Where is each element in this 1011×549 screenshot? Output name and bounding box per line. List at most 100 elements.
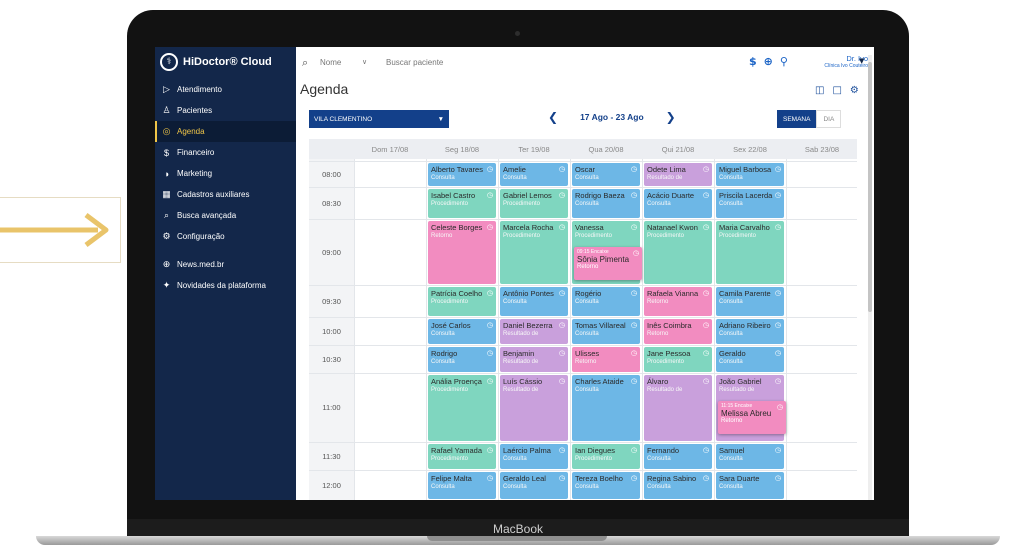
appointment-card[interactable]: Rogério Consulta ◷ (572, 287, 640, 316)
sidebar-item-gear[interactable]: ⚙ Configuração (155, 226, 296, 247)
sidebar-item-label: News.med.br (177, 260, 225, 269)
user-caret-icon[interactable]: ▼ (859, 57, 864, 65)
appointment-type: Consulta (575, 387, 599, 393)
location-select[interactable]: VILA CLEMENTINO ▼ (309, 110, 449, 128)
appointment-card[interactable]: Rafael Yamada Procedimento ◷ (428, 444, 496, 469)
appointment-card[interactable]: Samuel Consulta ◷ (716, 444, 784, 469)
appointment-card[interactable]: Odete Lima Resultado de ◷ (644, 163, 712, 186)
row-divider (309, 285, 857, 286)
week-view-button[interactable]: SEMANA (777, 110, 817, 128)
clock-icon: ◷ (702, 289, 709, 297)
layout-icon[interactable]: ◫ (815, 85, 824, 96)
sidebar-item-globe[interactable]: ⊕ News.med.br (155, 254, 296, 275)
row-divider (309, 161, 857, 162)
sidebar-item-grid[interactable]: ▦ Cadastros auxiliares (155, 184, 296, 205)
sidebar-nav: ▷ Atendimento ♙ Pacientes ◎ Agenda $ Financeiro… (155, 79, 296, 296)
appointment-card[interactable]: Rodrigo Baeza Consulta ◷ (572, 189, 640, 218)
sidebar-item-user[interactable]: ♙ Pacientes (155, 100, 296, 121)
appointment-card[interactable]: Tomas Villareal Consulta ◷ (572, 319, 640, 344)
next-week-button[interactable]: ❯ (666, 110, 676, 124)
calendar-icon: ◎ (162, 126, 171, 136)
appointment-card[interactable]: Priscila Lacerda Consulta ◷ (716, 189, 784, 218)
page-actions: ◫ □ ⚙ (815, 85, 859, 96)
appointment-card[interactable]: Charles Ataide Consulta ◷ (572, 375, 640, 441)
appointment-card[interactable]: Amelie Consulta ◷ (500, 163, 568, 186)
appointment-card[interactable]: Fernando Consulta ◷ (644, 444, 712, 469)
appointment-type: Resultado de (503, 359, 539, 365)
add-appointment-icon[interactable]: ⊕ (764, 55, 773, 68)
appointment-card[interactable]: Daniel Bezerra Resultado de ◷ (500, 319, 568, 344)
appointment-type: Consulta (431, 331, 455, 337)
sidebar-item-search[interactable]: ⌕ Busca avançada (155, 205, 296, 226)
appointment-card[interactable]: Ulisses Retorno ◷ (572, 347, 640, 372)
payment-icon[interactable]: $ (749, 55, 757, 68)
arrow-right-icon (0, 213, 109, 247)
appointment-card[interactable]: Felipe Malta Consulta ◷ (428, 472, 496, 499)
appointment-card[interactable]: Patrícia Coelho Procedimento ◷ (428, 287, 496, 316)
appointment-card[interactable]: Adriano Ribeiro Consulta ◷ (716, 319, 784, 344)
grid-icon: ▦ (162, 189, 171, 199)
appointment-card[interactable]: Maria Carvalho Procedimento ◷ (716, 221, 784, 284)
appointment-card[interactable]: Sara Duarte Consulta ◷ (716, 472, 784, 499)
day-view-button[interactable]: DIA (816, 110, 842, 128)
prev-week-button[interactable]: ❮ (548, 110, 558, 124)
appointment-card[interactable]: Tereza Boelho Consulta ◷ (572, 472, 640, 499)
clock-icon: ◷ (486, 446, 493, 454)
encaixe-card[interactable]: 09:15 Encaixe Sônia Pimenta Retorno ◷ (574, 247, 642, 280)
appointment-card[interactable]: Alberto Tavares Consulta ◷ (428, 163, 496, 186)
sidebar-item-play-outline[interactable]: ▷ Atendimento (155, 79, 296, 100)
clock-icon: ◷ (486, 289, 493, 297)
sidebar-item-sparkle[interactable]: ✦ Novidades da plataforma (155, 275, 296, 296)
search-icon[interactable]: ⌕ (302, 56, 308, 70)
appointment-card[interactable]: Jane Pessoa Procedimento ◷ (644, 347, 712, 372)
appointment-card[interactable]: Antônio Pontes Consulta ◷ (500, 287, 568, 316)
search-input[interactable]: Buscar paciente (386, 58, 443, 67)
appointment-card[interactable]: Geraldo Consulta ◷ (716, 347, 784, 372)
user-icon: ♙ (162, 105, 171, 115)
patient-name: Antônio Pontes (503, 289, 554, 298)
clock-icon: ◷ (702, 165, 709, 173)
appointment-card[interactable]: Celeste Borges Retorno ◷ (428, 221, 496, 284)
appointment-card[interactable]: Ian Diegues Procedimento ◷ (572, 444, 640, 469)
appointment-card[interactable]: Álvaro Resultado de ◷ (644, 375, 712, 441)
appointment-card[interactable]: Regina Sabino Consulta ◷ (644, 472, 712, 499)
patient-name: Daniel Bezerra (503, 321, 553, 330)
search-field-select[interactable]: Nome (320, 58, 341, 67)
appointment-card[interactable]: Geraldo Leal Consulta ◷ (500, 472, 568, 499)
appointment-card[interactable]: Luís Cássio Resultado de ◷ (500, 375, 568, 441)
appointment-type: Consulta (719, 484, 743, 490)
appointment-card[interactable]: Benjamin Resultado de ◷ (500, 347, 568, 372)
app-logo[interactable]: ⚕ HiDoctor® Cloud (160, 53, 272, 71)
clock-icon: ◷ (558, 289, 565, 297)
sidebar-item-megaphone[interactable]: ◑ Marketing (155, 163, 296, 184)
clock-icon: ◷ (774, 446, 781, 454)
sidebar-item-calendar[interactable]: ◎ Agenda (155, 121, 296, 142)
day-header: Qua 20/08 (588, 144, 624, 154)
appointment-card[interactable]: Isabel Castro Procedimento ◷ (428, 189, 496, 218)
chevron-down-icon[interactable]: ∨ (362, 58, 367, 66)
appointment-card[interactable]: Rafaela Vianna Retorno ◷ (644, 287, 712, 316)
appointment-card[interactable]: Natanael Kwon Procedimento ◷ (644, 221, 712, 284)
chat-icon[interactable]: □ (832, 85, 841, 96)
appointment-card[interactable]: Rodrigo Consulta ◷ (428, 347, 496, 372)
clock-icon: ◷ (558, 377, 565, 385)
appointment-card[interactable]: Acácio Duarte Consulta ◷ (644, 189, 712, 218)
appointment-card[interactable]: Gabriel Lemos Procedimento ◷ (500, 189, 568, 218)
scrollbar-thumb[interactable] (868, 62, 872, 312)
appointment-card[interactable]: Miguel Barbosa Consulta ◷ (716, 163, 784, 186)
settings-icon[interactable]: ⚙ (850, 85, 859, 96)
day-header: Sex 22/08 (733, 144, 767, 154)
sidebar-item-dollar[interactable]: $ Financeiro (155, 142, 296, 163)
add-patient-icon[interactable]: ⚲ (780, 55, 788, 68)
appointment-card[interactable]: Oscar Consulta ◷ (572, 163, 640, 186)
appointment-card[interactable]: Marcela Rocha Procedimento ◷ (500, 221, 568, 284)
clock-icon: ◷ (486, 377, 493, 385)
encaixe-card[interactable]: 11:15 Encaixe Melissa Abreu Retorno ◷ (718, 401, 786, 434)
time-label: 09:00 (322, 247, 341, 257)
appointment-card[interactable]: Anália Proença Procedimento ◷ (428, 375, 496, 441)
appointment-card[interactable]: Inês Coimbra Retorno ◷ (644, 319, 712, 344)
appointment-card[interactable]: Camila Parente Consulta ◷ (716, 287, 784, 316)
appointment-card[interactable]: José Carlos Consulta ◷ (428, 319, 496, 344)
appointment-card[interactable]: Laércio Palma Consulta ◷ (500, 444, 568, 469)
